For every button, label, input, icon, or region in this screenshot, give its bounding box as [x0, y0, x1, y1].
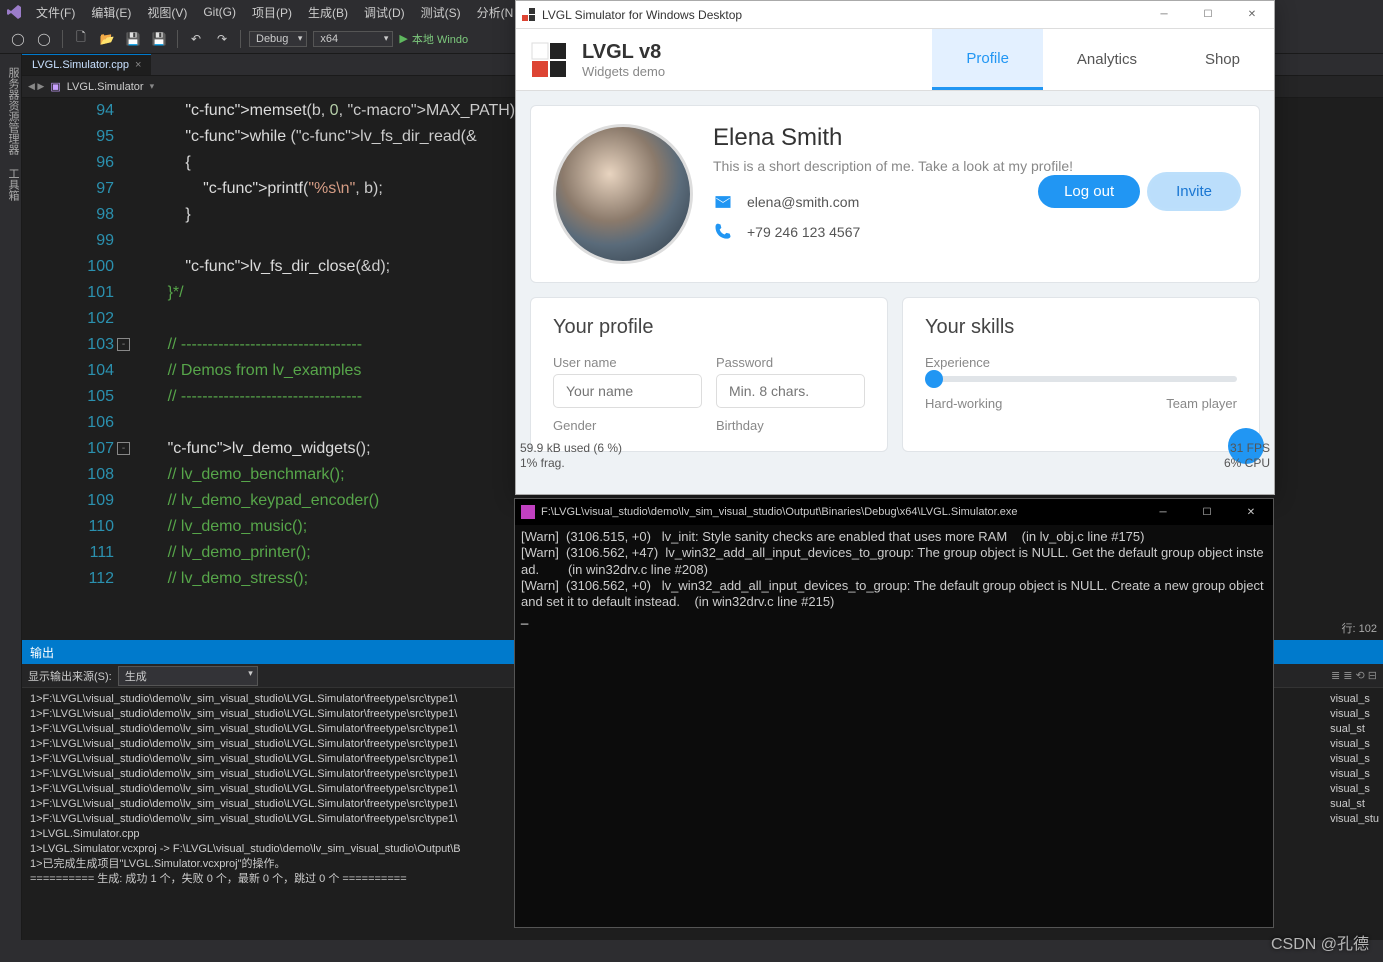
experience-slider[interactable] [925, 376, 1237, 382]
mail-icon [713, 192, 733, 212]
tabs: Profile Analytics Shop [932, 29, 1274, 90]
new-icon[interactable]: 🗋 [71, 29, 91, 49]
close-button[interactable]: ✕ [1230, 1, 1274, 29]
window-title: LVGL Simulator for Windows Desktop [542, 8, 742, 22]
tab-analytics[interactable]: Analytics [1043, 29, 1171, 90]
password-input[interactable] [716, 374, 865, 408]
console-titlebar[interactable]: F:\LVGL\visual_studio\demo\lv_sim_visual… [515, 499, 1273, 525]
birthday-label: Birthday [716, 418, 865, 433]
brand-title: LVGL v8 [582, 41, 665, 64]
vs-logo-icon [6, 4, 22, 20]
phone-icon [713, 222, 733, 242]
password-label: Password [716, 355, 865, 370]
contact-phone: +79 246 123 4567 [713, 222, 1237, 242]
save-all-icon[interactable]: 💾 [149, 29, 169, 49]
minimize-button[interactable]: ─ [1142, 1, 1186, 29]
menu-view[interactable]: 视图(V) [141, 2, 193, 23]
username-input[interactable] [553, 374, 702, 408]
separator [62, 30, 63, 48]
separator [177, 30, 178, 48]
profile-desc: This is a short description of me. Take … [713, 158, 1237, 174]
brand-subtitle: Widgets demo [582, 64, 665, 79]
close-button[interactable]: ✕ [1229, 499, 1273, 525]
menu-test[interactable]: 测试(S) [415, 2, 467, 23]
menu-project[interactable]: 项目(P) [246, 2, 298, 23]
lvgl-simulator-window: LVGL Simulator for Windows Desktop ─ ☐ ✕… [515, 0, 1275, 495]
brand: LVGL v8 Widgets demo [516, 39, 665, 81]
run-button[interactable]: 本地 Windo [399, 31, 468, 47]
menu-debug[interactable]: 调试(D) [358, 2, 411, 23]
config-combo[interactable]: Debug [249, 31, 307, 47]
redo-icon[interactable]: ↷ [212, 29, 232, 49]
nav-back-icon[interactable]: ◯ [8, 29, 28, 49]
editor-tab[interactable]: LVGL.Simulator.cpp [22, 54, 151, 75]
profile-name: Elena Smith [713, 124, 1237, 152]
output-source-combo[interactable]: 生成 [118, 666, 258, 686]
gender-label: Gender [553, 418, 702, 433]
console-icon [521, 505, 535, 519]
undo-icon[interactable]: ↶ [186, 29, 206, 49]
console-window: F:\LVGL\visual_studio\demo\lv_sim_visual… [514, 498, 1274, 928]
statusbar [0, 940, 1383, 962]
hud-perf: 31 FPS6% CPU [1220, 439, 1274, 474]
profile-form-title: Your profile [553, 316, 865, 339]
save-icon[interactable]: 💾 [123, 29, 143, 49]
menu-git[interactable]: Git(G) [197, 3, 242, 21]
menu-build[interactable]: 生成(B) [302, 2, 354, 23]
lvgl-titlebar[interactable]: LVGL Simulator for Windows Desktop ─ ☐ ✕ [516, 1, 1274, 29]
lvgl-app: LVGL v8 Widgets demo Profile Analytics S… [516, 29, 1274, 494]
output-right: visual_svisual_ssual_stvisual_svisual_sv… [1330, 692, 1379, 827]
hud-mem: 59.9 kB used (6 %)1% frag. [516, 439, 626, 474]
side-rail[interactable]: 服务器资源管理器 工具箱 [0, 54, 22, 962]
platform-combo[interactable]: x64 [313, 31, 393, 47]
lvgl-app-icon [522, 8, 536, 22]
skills-title: Your skills [925, 316, 1237, 339]
caret-pos: 行: 102 [1342, 620, 1377, 636]
lvgl-logo-icon [530, 39, 572, 81]
minimize-button[interactable]: ─ [1141, 499, 1185, 525]
watermark: CSDN @孔德 [1271, 930, 1369, 954]
logout-button[interactable]: Log out [1038, 175, 1140, 208]
menu-file[interactable]: 文件(F) [30, 2, 81, 23]
console-body[interactable]: [Warn] (3106.515, +0) lv_init: Style san… [515, 525, 1273, 632]
tab-shop[interactable]: Shop [1171, 29, 1274, 90]
maximize-button[interactable]: ☐ [1186, 1, 1230, 29]
teamplayer-label: Team player [1166, 396, 1237, 411]
hardworking-label: Hard-working [925, 396, 1002, 411]
avatar [553, 124, 693, 264]
tab-profile[interactable]: Profile [932, 29, 1043, 90]
username-label: User name [553, 355, 702, 370]
invite-button[interactable]: Invite [1150, 175, 1238, 208]
separator [240, 30, 241, 48]
menu-edit[interactable]: 编辑(E) [85, 2, 137, 23]
lvgl-header: LVGL v8 Widgets demo Profile Analytics S… [516, 29, 1274, 91]
output-source-label: 显示输出来源(S): [28, 668, 112, 684]
skills-card: Your skills Experience Hard-working Team… [902, 297, 1260, 452]
maximize-button[interactable]: ☐ [1185, 499, 1229, 525]
profile-form-card: Your profile User name Password Gender [530, 297, 888, 452]
nav-fwd-icon[interactable]: ◯ [34, 29, 54, 49]
open-icon[interactable]: 📂 [97, 29, 117, 49]
console-title-text: F:\LVGL\visual_studio\demo\lv_sim_visual… [541, 506, 1018, 518]
menu-analyze[interactable]: 分析(N [471, 2, 520, 23]
experience-label: Experience [925, 355, 1237, 370]
